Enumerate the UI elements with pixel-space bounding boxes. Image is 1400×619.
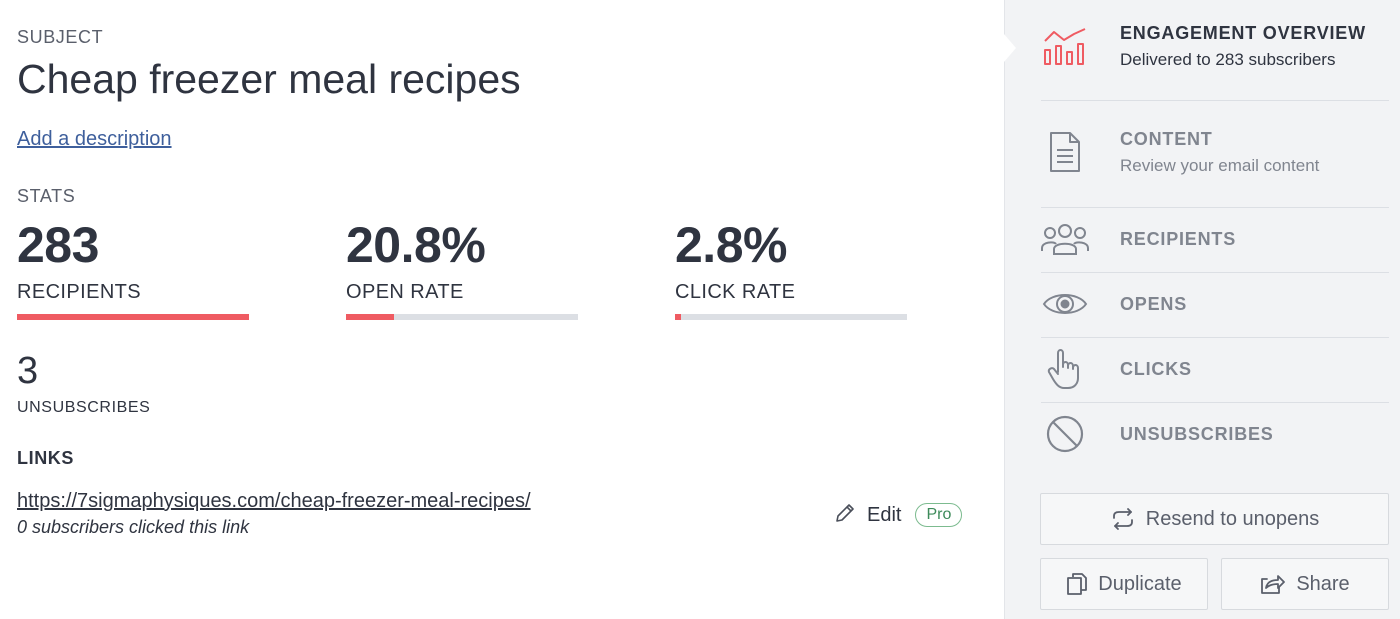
pointer-hand-icon: [1041, 345, 1089, 393]
sidebar-item-unsubscribes[interactable]: UNSUBSCRIBES: [1041, 410, 1389, 458]
document-icon: [1041, 128, 1089, 176]
unsubscribes-value: 3: [17, 350, 39, 392]
share-icon: [1261, 575, 1286, 594]
nav-title: UNSUBSCRIBES: [1120, 423, 1274, 444]
nav-title: RECIPIENTS: [1120, 228, 1237, 249]
progress-bar: [346, 314, 578, 320]
stat-label: OPEN RATE: [346, 281, 464, 303]
nav-subtitle: Delivered to 283 subscribers: [1120, 49, 1336, 69]
divider: [1041, 207, 1389, 208]
sidebar-item-opens[interactable]: OPENS: [1041, 280, 1389, 328]
progress-bar-fill: [17, 314, 249, 320]
stat-label: RECIPIENTS: [17, 281, 142, 303]
eye-icon: [1041, 280, 1089, 328]
sidebar-item-content[interactable]: CONTENT Review your email content: [1041, 128, 1389, 176]
resend-to-unopens-button[interactable]: Resend to unopens: [1040, 493, 1389, 545]
nav-title: OPENS: [1120, 293, 1188, 314]
stat-value: 283: [17, 217, 99, 273]
stat-label: CLICK RATE: [675, 281, 796, 303]
divider: [1041, 402, 1389, 403]
stat-recipients: 283 RECIPIENTS: [17, 214, 249, 320]
unsubscribes-label: UNSUBSCRIBES: [17, 399, 151, 416]
progress-bar: [675, 314, 907, 320]
pro-badge: Pro: [915, 503, 963, 527]
divider: [1041, 100, 1389, 101]
active-item-pointer: [1004, 34, 1016, 62]
duplicate-button[interactable]: Duplicate: [1040, 558, 1208, 610]
link-click-note: 0 subscribers clicked this link: [17, 517, 250, 537]
block-icon: [1041, 410, 1089, 458]
divider: [1041, 272, 1389, 273]
add-description-link[interactable]: Add a description: [17, 128, 172, 151]
people-icon: [1041, 215, 1089, 263]
nav-title: CONTENT: [1120, 128, 1213, 149]
progress-bar-fill: [346, 314, 395, 320]
share-button[interactable]: Share: [1221, 558, 1389, 610]
share-label: Share: [1296, 572, 1350, 595]
nav-subtitle: Review your email content: [1120, 155, 1320, 175]
divider: [1041, 337, 1389, 338]
resend-icon: [1112, 508, 1133, 530]
resend-label: Resend to unopens: [1145, 507, 1320, 530]
campaign-report: SUBJECT Cheap freezer meal recipes Add a…: [0, 0, 1004, 619]
subject-label: SUBJECT: [17, 27, 104, 47]
report-sidebar: ENGAGEMENT OVERVIEW Delivered to 283 sub…: [1004, 0, 1400, 619]
duplicate-label: Duplicate: [1098, 572, 1182, 595]
sidebar-item-clicks[interactable]: CLICKS: [1041, 345, 1389, 393]
pencil-icon[interactable]: [833, 501, 857, 530]
stat-click-rate: 2.8% CLICK RATE: [675, 214, 907, 320]
stat-value: 20.8%: [346, 217, 486, 273]
stat-value: 2.8%: [675, 217, 787, 273]
stat-open-rate: 20.8% OPEN RATE: [346, 214, 578, 320]
progress-bar-fill: [675, 314, 682, 320]
bar-chart-icon: [1041, 22, 1089, 70]
campaign-link[interactable]: https://7sigmaphysiques.com/cheap-freeze…: [17, 490, 531, 513]
edit-button[interactable]: Edit: [867, 504, 901, 527]
links-heading: LINKS: [17, 448, 74, 468]
nav-title: ENGAGEMENT OVERVIEW: [1120, 22, 1366, 43]
duplicate-icon: [1067, 573, 1088, 595]
stats-label: STATS: [17, 186, 76, 206]
progress-bar: [17, 314, 249, 320]
page-title: Cheap freezer meal recipes: [17, 56, 521, 102]
nav-title: CLICKS: [1120, 358, 1192, 379]
edit-link-group: Edit Pro: [833, 500, 963, 530]
sidebar-item-recipients[interactable]: RECIPIENTS: [1041, 215, 1389, 263]
sidebar-item-engagement-overview[interactable]: ENGAGEMENT OVERVIEW Delivered to 283 sub…: [1041, 22, 1389, 70]
